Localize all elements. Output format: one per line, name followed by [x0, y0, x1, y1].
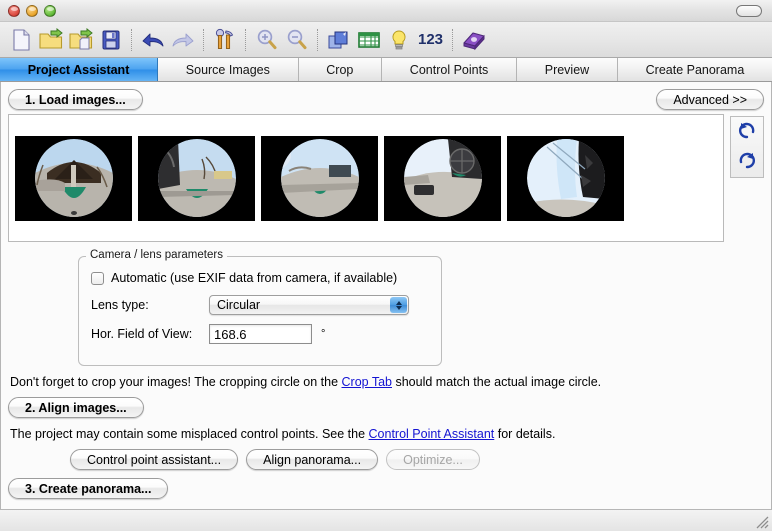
- minimize-button[interactable]: [26, 4, 38, 17]
- fisheye-circle: [280, 139, 359, 217]
- toolbar-toggle-button[interactable]: [736, 5, 762, 17]
- fisheye-thumbnail-2[interactable]: [138, 135, 255, 221]
- zoom-out-icon[interactable]: [282, 25, 312, 55]
- hfov-unit: °: [321, 328, 326, 340]
- cp-hint-pre: The project may contain some misplaced c…: [10, 427, 369, 441]
- rotate-controls: [730, 116, 764, 178]
- fisheye-thumbnail-5[interactable]: [507, 135, 624, 221]
- fisheye-circle: [403, 139, 482, 217]
- crop-hint-pre: Don't forget to crop your images! The cr…: [10, 375, 342, 389]
- alignment-buttons-row: Control point assistant... Align panoram…: [8, 449, 764, 470]
- rotate-clockwise-icon[interactable]: [737, 150, 757, 175]
- lens-type-label: Lens type:: [91, 298, 149, 312]
- crop-hint-text: Don't forget to crop your images! The cr…: [10, 375, 764, 390]
- layers-icon[interactable]: [324, 25, 354, 55]
- fisheye-thumbnail-3[interactable]: [261, 135, 378, 221]
- tools-icon[interactable]: [210, 25, 240, 55]
- tab-create-panorama[interactable]: Create Panorama: [617, 58, 772, 81]
- lens-type-value: Circular: [217, 298, 261, 312]
- tab-source-images[interactable]: Source Images: [158, 58, 299, 81]
- fisheye-thumbnail-1[interactable]: [15, 135, 132, 221]
- tab-preview[interactable]: Preview: [517, 58, 618, 81]
- lens-type-stepper[interactable]: [390, 297, 407, 313]
- open-folder-icon[interactable]: [36, 25, 66, 55]
- toolbar-separator: [452, 28, 454, 51]
- assistant-step3-row: 3. Create panorama...: [8, 478, 764, 499]
- application-window: 123 Project Assistant Source Images Crop…: [0, 0, 772, 531]
- crop-hint-post: should match the actual image circle.: [392, 375, 602, 389]
- title-bar: [0, 0, 772, 22]
- grid-table-icon[interactable]: [354, 25, 384, 55]
- tab-project-assistant[interactable]: Project Assistant: [0, 58, 159, 81]
- status-bar: [0, 509, 772, 531]
- control-point-assistant-button[interactable]: Control point assistant...: [70, 449, 239, 470]
- camera-lens-group-title: Camera / lens parameters: [86, 249, 227, 261]
- tab-control-points[interactable]: Control Points: [382, 58, 518, 81]
- hfov-input[interactable]: 168.6: [209, 324, 312, 344]
- control-point-assistant-link[interactable]: Control Point Assistant: [369, 427, 495, 441]
- thumbnail-area: [8, 114, 764, 242]
- toolbar-separator: [245, 28, 247, 51]
- fisheye-thumbnail-4[interactable]: [384, 135, 501, 221]
- automatic-exif-checkbox[interactable]: [91, 271, 104, 285]
- main-tab-bar: Project Assistant Source Images Crop Con…: [0, 58, 772, 82]
- fisheye-circle: [157, 139, 236, 217]
- fisheye-circle: [526, 139, 605, 217]
- lens-type-select[interactable]: Circular: [209, 295, 409, 315]
- control-point-hint-text: The project may contain some misplaced c…: [10, 427, 764, 442]
- align-panorama-button[interactable]: Align panorama...: [246, 449, 379, 470]
- close-button[interactable]: [8, 4, 20, 17]
- toolbar-separator: [131, 28, 133, 51]
- main-toolbar: 123: [0, 22, 772, 58]
- resize-grip[interactable]: [754, 514, 770, 530]
- toolbar-separator: [203, 28, 205, 51]
- zoom-button[interactable]: [44, 4, 56, 17]
- camera-lens-group-box: Automatic (use EXIF data from camera, if…: [78, 256, 442, 366]
- zoom-in-icon[interactable]: [252, 25, 282, 55]
- redo-arrow-icon[interactable]: [168, 25, 198, 55]
- load-images-button[interactable]: 1. Load images...: [8, 89, 143, 110]
- optimize-button: Optimize...: [386, 449, 480, 470]
- automatic-exif-label: Automatic (use EXIF data from camera, if…: [111, 271, 398, 285]
- align-images-button[interactable]: 2. Align images...: [8, 397, 144, 418]
- advanced-button[interactable]: Advanced >>: [656, 89, 764, 110]
- project-assistant-panel: 1. Load images... Advanced >> Camera / l…: [0, 82, 772, 509]
- create-panorama-button[interactable]: 3. Create panorama...: [8, 478, 169, 499]
- undo-arrow-icon[interactable]: [138, 25, 168, 55]
- crop-tab-link[interactable]: Crop Tab: [342, 375, 393, 389]
- window-controls: [8, 4, 56, 17]
- hfov-label: Hor. Field of View:: [91, 327, 193, 341]
- cp-hint-post: for details.: [494, 427, 556, 441]
- assistant-step2-row: 2. Align images...: [8, 397, 764, 418]
- assistant-step1-row: 1. Load images... Advanced >>: [8, 82, 764, 112]
- lightbulb-icon[interactable]: [384, 25, 414, 55]
- save-as-folder-icon[interactable]: [66, 25, 96, 55]
- save-disk-icon[interactable]: [96, 25, 126, 55]
- automatic-exif-row[interactable]: Automatic (use EXIF data from camera, if…: [91, 271, 429, 285]
- camera-lens-group: Camera / lens parameters Automatic (use …: [78, 249, 442, 366]
- fisheye-circle: [34, 139, 113, 217]
- numbers-icon[interactable]: 123: [414, 31, 447, 48]
- new-document-icon[interactable]: [6, 25, 36, 55]
- chevron-down-icon: [395, 305, 402, 310]
- source-images-strip[interactable]: [8, 114, 724, 242]
- toolbar-separator: [317, 28, 319, 51]
- tab-crop[interactable]: Crop: [298, 58, 383, 81]
- rotate-counterclockwise-icon[interactable]: [737, 120, 757, 145]
- lens-type-row: Lens type: Circular: [91, 295, 429, 315]
- book-icon[interactable]: [459, 25, 489, 55]
- hfov-row: Hor. Field of View: 168.6 °: [91, 324, 429, 344]
- chevron-up-icon: [395, 300, 402, 305]
